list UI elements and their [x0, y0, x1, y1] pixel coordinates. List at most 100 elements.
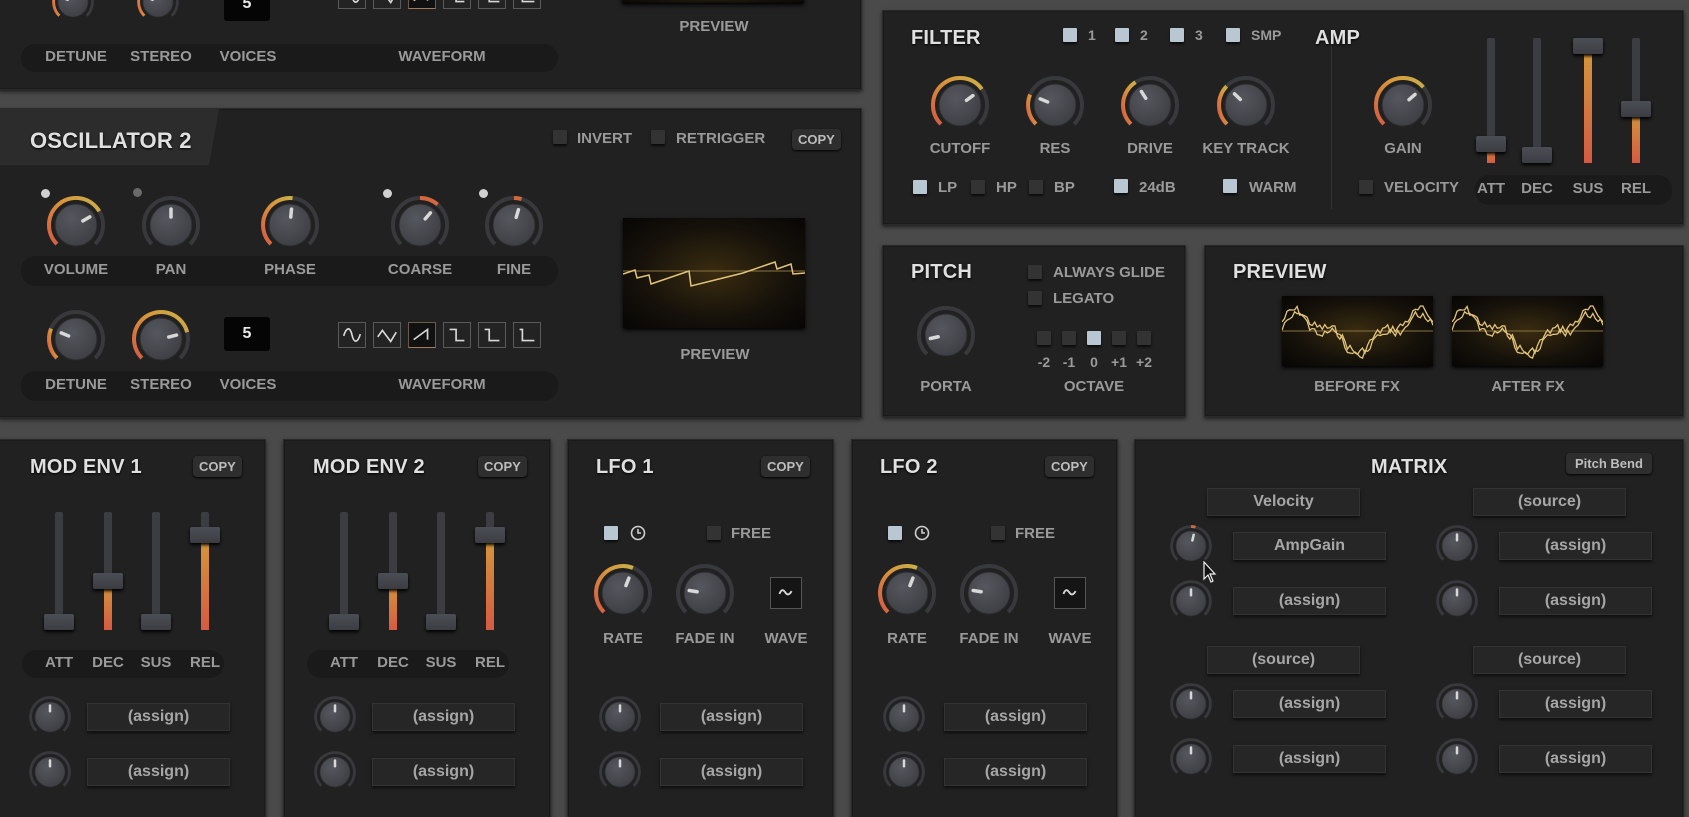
stereo-knob[interactable]: [129, 307, 193, 371]
key-track-knob[interactable]: [1214, 73, 1278, 137]
matrix-target-field[interactable]: (assign): [1499, 745, 1652, 773]
copy-button[interactable]: COPY: [478, 456, 527, 477]
waveform-pulse-button[interactable]: [478, 0, 506, 9]
tempo-sync-checkbox[interactable]: [888, 526, 902, 540]
mod-amount-knob[interactable]: [27, 749, 73, 795]
matrix-source-field[interactable]: (source): [1473, 646, 1626, 674]
assign-target-field[interactable]: (assign): [944, 703, 1087, 731]
filter-hp-checkbox[interactable]: [971, 180, 985, 194]
mod-amount-knob[interactable]: [597, 694, 643, 740]
matrix-target-field[interactable]: (assign): [1233, 745, 1386, 773]
octave-0-button[interactable]: [1087, 331, 1101, 345]
matrix-amount-knob[interactable]: [1434, 736, 1480, 782]
waveform-pulse-narrow-button[interactable]: [513, 0, 541, 9]
matrix-amount-knob[interactable]: [1434, 523, 1480, 569]
waveform-square-button[interactable]: [443, 0, 471, 9]
res-knob[interactable]: [1023, 73, 1087, 137]
cutoff-knob[interactable]: [928, 73, 992, 137]
fade-in-knob[interactable]: [957, 561, 1021, 625]
rate-knob[interactable]: [591, 561, 655, 625]
assign-target-field[interactable]: (assign): [372, 758, 515, 786]
octave-plus2-button[interactable]: [1137, 331, 1151, 345]
matrix-amount-knob[interactable]: [1434, 578, 1480, 624]
mod-amount-knob[interactable]: [597, 749, 643, 795]
waveform-saw-button[interactable]: [408, 0, 436, 9]
assign-target-field[interactable]: (assign): [372, 703, 515, 731]
matrix-target-field[interactable]: AmpGain: [1233, 532, 1386, 560]
matrix-amount-knob[interactable]: [1434, 681, 1480, 727]
legato-checkbox[interactable]: [1028, 291, 1042, 305]
filter-lp-checkbox[interactable]: [913, 180, 927, 194]
amp-dec-slider-handle[interactable]: [1522, 147, 1552, 163]
warm-checkbox[interactable]: [1223, 179, 1237, 193]
rate-knob[interactable]: [875, 561, 939, 625]
coarse-knob[interactable]: [388, 193, 452, 257]
porta-knob[interactable]: [914, 303, 978, 367]
octave-minus2-button[interactable]: [1037, 331, 1051, 345]
mod-amount-knob[interactable]: [881, 749, 927, 795]
waveform-saw-button[interactable]: [408, 322, 436, 348]
matrix-source-field[interactable]: Velocity: [1207, 488, 1360, 516]
mod-amount-knob[interactable]: [312, 694, 358, 740]
lfo-wave-button[interactable]: [1054, 577, 1086, 609]
assign-target-field[interactable]: (assign): [660, 703, 803, 731]
filter-slot-1-checkbox[interactable]: [1063, 28, 1077, 42]
dec-slider-handle[interactable]: [378, 573, 408, 590]
filter-slot-3-checkbox[interactable]: [1170, 28, 1184, 42]
amp-dec-slider-track[interactable]: [1533, 38, 1541, 163]
detune-knob[interactable]: [44, 307, 108, 371]
mod-amount-knob[interactable]: [881, 694, 927, 740]
matrix-target-field[interactable]: (assign): [1499, 532, 1652, 560]
matrix-amount-knob[interactable]: [1168, 736, 1214, 782]
mod-amount-knob[interactable]: [312, 749, 358, 795]
waveform-pulse-button[interactable]: [478, 322, 506, 348]
detune-knob[interactable]: [50, 0, 96, 25]
sus-slider-track[interactable]: [152, 512, 160, 630]
att-slider-handle[interactable]: [44, 614, 74, 630]
waveform-square-button[interactable]: [443, 322, 471, 348]
copy-button[interactable]: COPY: [792, 129, 841, 150]
copy-button[interactable]: COPY: [193, 456, 242, 477]
filter-bp-checkbox[interactable]: [1029, 180, 1043, 194]
clock-icon[interactable]: [914, 525, 930, 541]
waveform-sine-button[interactable]: [338, 322, 366, 348]
octave-plus1-button[interactable]: [1112, 331, 1126, 345]
assign-target-field[interactable]: (assign): [944, 758, 1087, 786]
amp-att-slider-handle[interactable]: [1476, 136, 1506, 153]
copy-button[interactable]: COPY: [761, 456, 810, 477]
waveform-triangle-button[interactable]: [373, 322, 401, 348]
fade-in-knob[interactable]: [673, 561, 737, 625]
matrix-target-field[interactable]: (assign): [1499, 587, 1652, 615]
rel-slider-handle[interactable]: [475, 527, 505, 544]
drive-knob[interactable]: [1118, 73, 1182, 137]
stereo-knob[interactable]: [135, 0, 181, 25]
sus-slider-track[interactable]: [437, 512, 445, 630]
matrix-target-field[interactable]: (assign): [1499, 690, 1652, 718]
filter-slot-2-checkbox[interactable]: [1115, 28, 1129, 42]
lfo-wave-button[interactable]: [770, 577, 802, 609]
copy-button[interactable]: COPY: [1045, 456, 1094, 477]
velocity-checkbox[interactable]: [1359, 180, 1373, 194]
matrix-target-field[interactable]: (assign): [1233, 587, 1386, 615]
tempo-sync-checkbox[interactable]: [604, 526, 618, 540]
amp-sus-slider-handle[interactable]: [1573, 38, 1603, 54]
matrix-source-field[interactable]: (source): [1473, 488, 1626, 516]
dec-slider-handle[interactable]: [93, 573, 123, 590]
sus-slider-handle[interactable]: [426, 614, 456, 630]
amp-rel-slider-handle[interactable]: [1621, 101, 1651, 118]
octave-minus1-button[interactable]: [1062, 331, 1076, 345]
matrix-source-field[interactable]: (source): [1207, 646, 1360, 674]
att-slider-track[interactable]: [55, 512, 63, 630]
matrix-amount-knob[interactable]: [1168, 681, 1214, 727]
invert-checkbox[interactable]: [553, 130, 567, 144]
pitch-bend-button[interactable]: Pitch Bend: [1566, 453, 1652, 474]
voices-display[interactable]: 5: [224, 317, 270, 351]
mod-amount-knob[interactable]: [27, 694, 73, 740]
att-slider-handle[interactable]: [329, 614, 359, 630]
free-checkbox[interactable]: [991, 526, 1005, 540]
always-glide-checkbox[interactable]: [1028, 265, 1042, 279]
retrigger-checkbox[interactable]: [651, 130, 665, 144]
phase-knob[interactable]: [258, 193, 322, 257]
sus-slider-handle[interactable]: [141, 614, 171, 630]
voices-display[interactable]: 5: [224, 0, 270, 21]
